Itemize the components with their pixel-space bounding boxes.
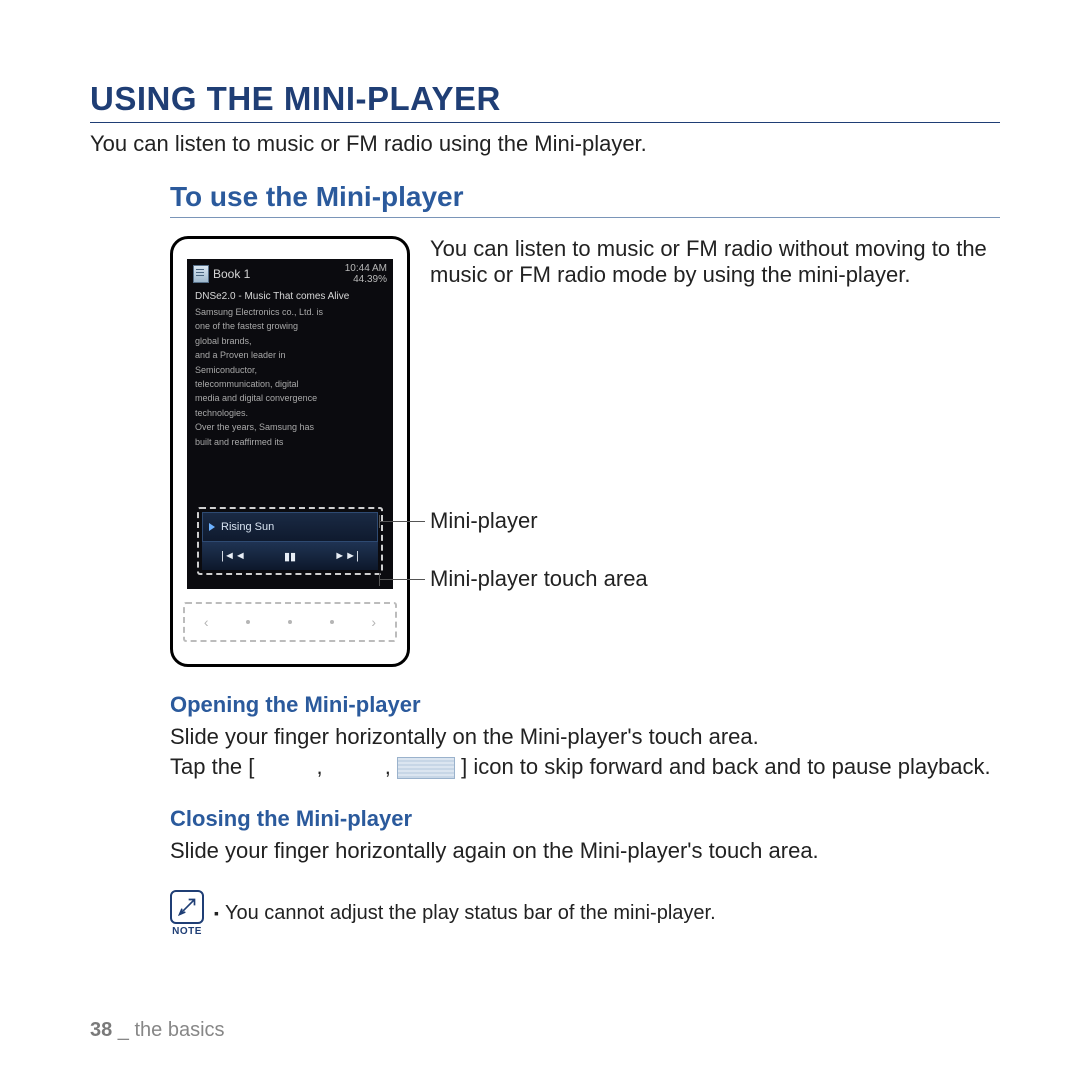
track-title: Rising Sun bbox=[221, 521, 274, 533]
next-icon: ►►| bbox=[334, 550, 359, 562]
closing-body: Slide your finger horizontally again on … bbox=[170, 836, 1000, 866]
icon-placeholder bbox=[329, 758, 385, 778]
subheading: To use the Mini-player bbox=[170, 181, 1000, 218]
figure-paragraph: You can listen to music or FM radio with… bbox=[430, 236, 990, 288]
note-text: You cannot adjust the play status bar of… bbox=[225, 902, 716, 925]
touch-dot bbox=[288, 620, 292, 624]
touch-area: ‹ › bbox=[183, 602, 397, 642]
intro-text: You can listen to music or FM radio usin… bbox=[90, 131, 1000, 157]
opening-body: Slide your finger horizontally on the Mi… bbox=[170, 722, 1000, 781]
status-bar: Book 1 10:44 AM 44.39% bbox=[187, 259, 393, 287]
touch-dot bbox=[330, 620, 334, 624]
mini-player-group: Rising Sun |◄◄ ▮▮ ►►| bbox=[197, 507, 383, 575]
closing-heading: Closing the Mini-player bbox=[170, 806, 1000, 832]
icon-placeholder-active bbox=[397, 757, 455, 779]
prev-icon: |◄◄ bbox=[221, 550, 246, 562]
device-illustration: Book 1 10:44 AM 44.39% DNSe2.0 - Music T… bbox=[170, 236, 410, 667]
leader-line bbox=[380, 521, 425, 522]
figure-row: Book 1 10:44 AM 44.39% DNSe2.0 - Music T… bbox=[170, 236, 1000, 667]
mini-player-bar: Rising Sun bbox=[202, 512, 378, 542]
page-footer: 38 _ the basics bbox=[90, 1019, 225, 1042]
screen-body-title: DNSe2.0 - Music That comes Alive bbox=[195, 289, 385, 305]
note-icon bbox=[170, 890, 204, 924]
touch-dot bbox=[246, 620, 250, 624]
screen-body: DNSe2.0 - Music That comes Alive Samsung… bbox=[187, 287, 393, 453]
pause-icon: ▮▮ bbox=[284, 550, 296, 563]
chapter-name: the basics bbox=[135, 1019, 225, 1041]
book-label: Book 1 bbox=[213, 267, 250, 281]
play-indicator-icon bbox=[209, 523, 215, 531]
mini-player-controls: |◄◄ ▮▮ ►►| bbox=[202, 542, 378, 570]
callout-mini-player: Mini-player bbox=[430, 508, 990, 534]
icon-placeholder bbox=[261, 758, 317, 778]
status-progress: 44.39% bbox=[353, 274, 387, 285]
opening-heading: Opening the Mini-player bbox=[170, 692, 1000, 718]
touch-right-icon: › bbox=[371, 614, 376, 630]
status-time: 10:44 AM bbox=[345, 263, 387, 274]
bullet-icon: ▪ bbox=[214, 905, 219, 921]
note-row: NOTE ▪ You cannot adjust the play status… bbox=[170, 890, 1000, 937]
note-badge: NOTE bbox=[170, 890, 204, 937]
callout-touch-area: Mini-player touch area bbox=[430, 566, 990, 592]
book-icon bbox=[193, 265, 209, 283]
leader-line bbox=[380, 579, 425, 580]
touch-left-icon: ‹ bbox=[204, 614, 209, 630]
page-title: USING THE MINI-PLAYER bbox=[90, 80, 1000, 123]
device-screen: Book 1 10:44 AM 44.39% DNSe2.0 - Music T… bbox=[187, 259, 393, 589]
page-number: 38 bbox=[90, 1019, 112, 1041]
note-label: NOTE bbox=[170, 926, 204, 937]
